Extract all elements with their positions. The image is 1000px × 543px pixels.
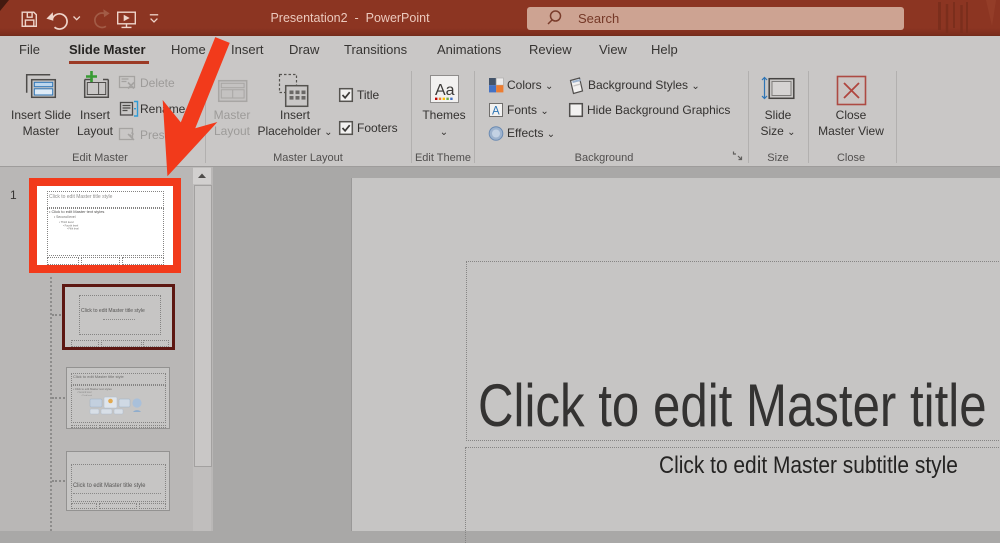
svg-text:A: A: [492, 106, 500, 118]
svg-text:Aa: Aa: [435, 82, 455, 99]
